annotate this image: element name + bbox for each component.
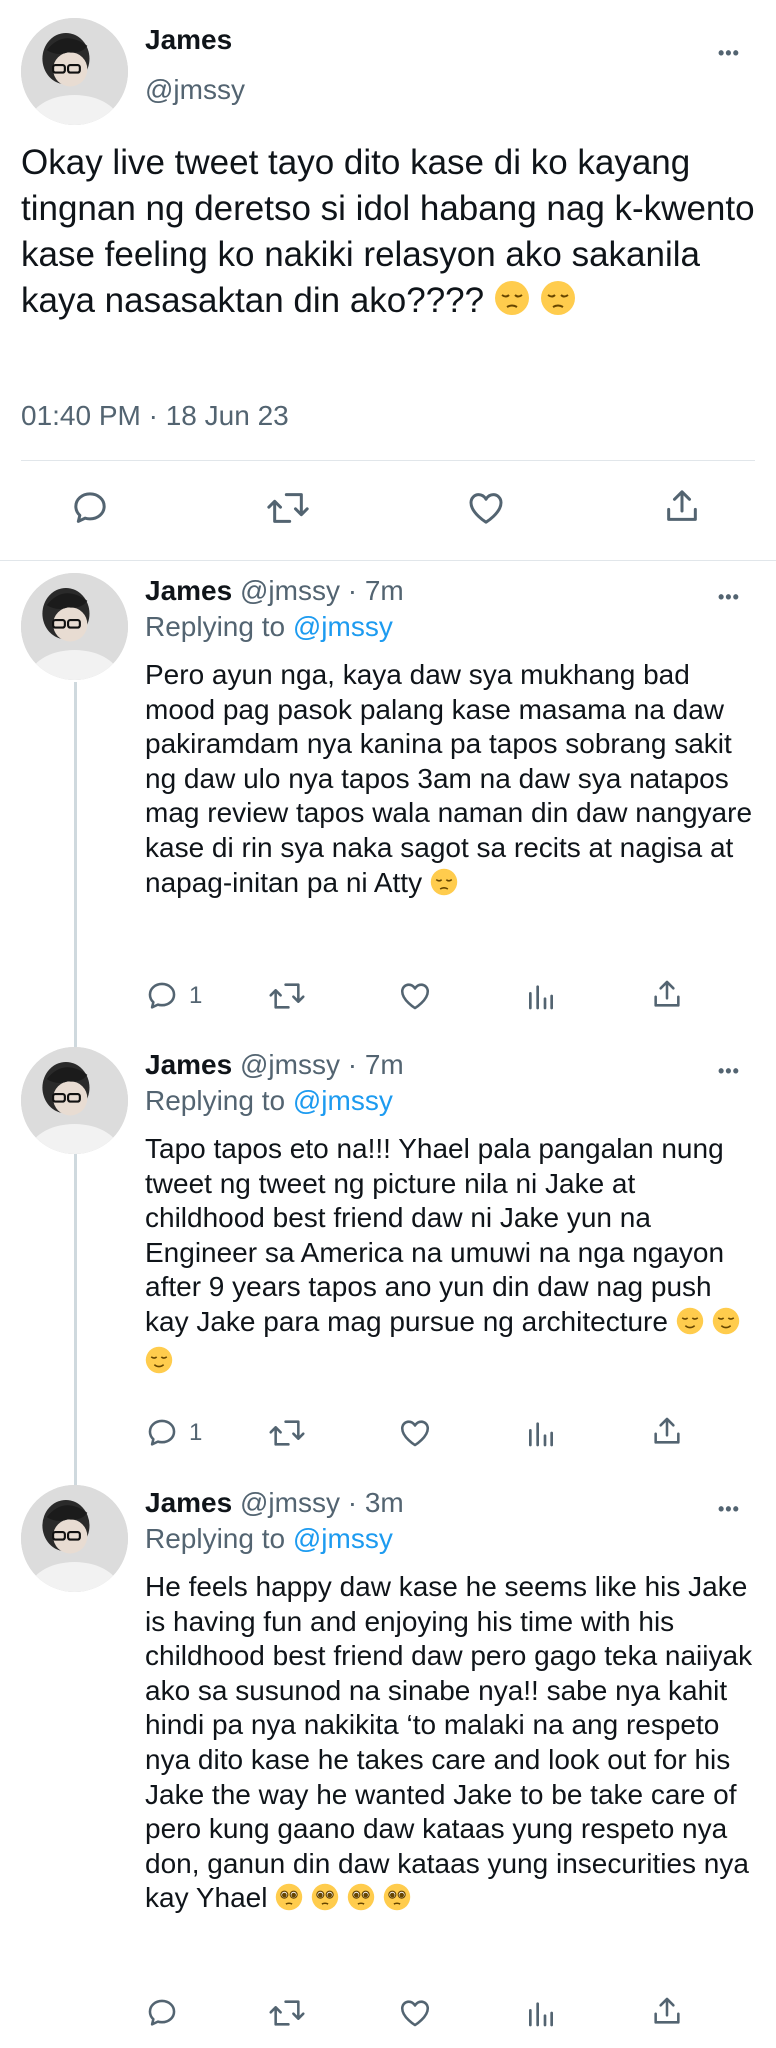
reply-count: 1	[189, 982, 203, 1009]
mention-link[interactable]: @jmssy	[293, 611, 393, 642]
avatar[interactable]	[21, 573, 128, 680]
share-button[interactable]	[650, 1414, 684, 1448]
share-button[interactable]	[650, 977, 684, 1011]
tweet-text-body: Okay live tweet tayo dito kase di ko kay…	[21, 143, 755, 320]
more-options-icon[interactable]: •••	[718, 1494, 740, 1524]
avatar-image	[21, 1047, 128, 1154]
avatar-image	[21, 573, 128, 680]
author-handle[interactable]: @jmssy	[145, 74, 245, 106]
like-icon	[400, 983, 430, 1010]
reply-text-body: Pero ayun nga, kaya daw sya mukhang bad …	[145, 659, 753, 898]
retweet-button[interactable]	[268, 979, 306, 1013]
replying-to-label: Replying to	[145, 1085, 286, 1116]
divider	[0, 560, 776, 561]
reply-text: Tapo tapos eto na!!! Yhael pala pangalan…	[145, 1132, 755, 1382]
analytics-icon	[529, 985, 553, 1010]
share-button[interactable]	[662, 486, 702, 526]
share-icon	[654, 1997, 680, 2024]
avatar-image	[21, 1485, 128, 1592]
reply-text: He feels happy daw kase he seems like hi…	[145, 1570, 755, 1920]
share-icon	[654, 980, 680, 1007]
retweet-icon	[269, 983, 305, 1009]
analytics-button[interactable]	[525, 979, 557, 1013]
reply-text-body: Tapo tapos eto na!!! Yhael pala pangalan…	[145, 1133, 725, 1337]
avatar[interactable]	[21, 18, 128, 125]
analytics-icon	[529, 1422, 553, 1447]
replying-to-label: Replying to	[145, 1523, 286, 1554]
mention-link[interactable]: @jmssy	[293, 1523, 393, 1554]
pleading-face-icon	[347, 1883, 375, 1920]
like-button[interactable]	[398, 979, 432, 1013]
tweet-text: Okay live tweet tayo dito kase di ko kay…	[21, 140, 761, 328]
retweet-icon	[267, 493, 309, 523]
retweet-button[interactable]	[266, 488, 310, 528]
reply-icon	[148, 982, 176, 1009]
pensive-face-icon	[494, 280, 530, 328]
mention-link[interactable]: @jmssy	[293, 1085, 393, 1116]
pleading-face-icon	[275, 1883, 303, 1920]
replying-to: Replying to @jmssy	[145, 1085, 393, 1117]
more-options-icon[interactable]: •••	[718, 582, 740, 612]
author-name[interactable]: James	[145, 24, 232, 56]
author-meta[interactable]: @jmssy · 7m	[240, 1049, 404, 1080]
analytics-button[interactable]	[525, 1416, 557, 1450]
divider	[21, 460, 755, 461]
share-icon	[667, 490, 697, 521]
avatar[interactable]	[21, 1047, 128, 1154]
more-options-icon[interactable]: •••	[718, 38, 740, 68]
pleading-face-icon	[311, 1883, 339, 1920]
analytics-icon	[529, 2002, 553, 2027]
main-tweet: James @jmssy ••• Okay live tweet tayo di…	[0, 0, 776, 560]
reply-button[interactable]: 1	[145, 1416, 202, 1450]
analytics-button[interactable]	[525, 1996, 557, 2030]
pensive-face-icon	[430, 868, 458, 905]
like-button[interactable]	[398, 1416, 432, 1450]
reply-count: 1	[189, 1419, 203, 1446]
reply-text: Pero ayun nga, kaya daw sya mukhang bad …	[145, 658, 755, 904]
retweet-icon	[269, 1420, 305, 1446]
reply-icon	[148, 1999, 176, 2026]
retweet-icon	[269, 2000, 305, 2026]
relieved-face-icon	[676, 1307, 704, 1344]
author-name[interactable]: James	[145, 575, 232, 606]
reply-button[interactable]: 1	[145, 979, 202, 1013]
reply-header: James @jmssy · 7m	[145, 1049, 404, 1081]
avatar[interactable]	[21, 1485, 128, 1592]
like-button[interactable]	[398, 1996, 432, 2030]
reply-text-body: He feels happy daw kase he seems like hi…	[145, 1571, 753, 1914]
retweet-button[interactable]	[268, 1416, 306, 1450]
reply-button[interactable]	[70, 488, 110, 528]
like-icon	[400, 2000, 430, 2027]
retweet-button[interactable]	[268, 1996, 306, 2030]
pensive-face-icon	[540, 280, 576, 328]
like-button[interactable]	[466, 488, 506, 528]
pleading-face-icon	[383, 1883, 411, 1920]
reply-header: James @jmssy · 7m	[145, 575, 404, 607]
replying-to: Replying to @jmssy	[145, 611, 393, 643]
relieved-face-icon	[145, 1346, 173, 1383]
author-meta[interactable]: @jmssy · 3m	[240, 1487, 404, 1518]
avatar-image	[21, 18, 128, 125]
reply-button[interactable]	[145, 1996, 189, 2030]
replying-to-label: Replying to	[145, 611, 286, 642]
relieved-face-icon	[712, 1307, 740, 1344]
reply-icon	[148, 1419, 176, 1446]
like-icon	[400, 1420, 430, 1447]
author-name[interactable]: James	[145, 1487, 232, 1518]
author-meta[interactable]: @jmssy · 7m	[240, 575, 404, 606]
reply-header: James @jmssy · 3m	[145, 1487, 404, 1519]
reply-icon	[74, 492, 106, 523]
tweet-timestamp[interactable]: 01:40 PM · 18 Jun 23	[21, 400, 289, 432]
share-button[interactable]	[650, 1994, 684, 2028]
more-options-icon[interactable]: •••	[718, 1056, 740, 1086]
like-icon	[469, 493, 503, 524]
share-icon	[654, 1417, 680, 1444]
replying-to: Replying to @jmssy	[145, 1523, 393, 1555]
author-name[interactable]: James	[145, 1049, 232, 1080]
